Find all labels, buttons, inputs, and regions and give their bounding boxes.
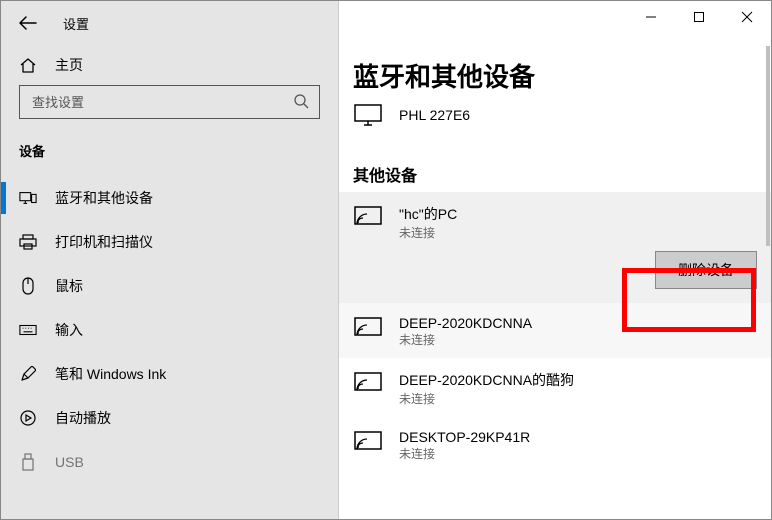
sidebar-item-autoplay[interactable]: 自动播放 [1, 396, 338, 440]
main-content: 蓝牙和其他设备 PHL 227E6 其他设备 "hc"的PC 未连接 [339, 1, 771, 519]
maximize-button[interactable] [675, 1, 723, 33]
sidebar-item-mouse[interactable]: 鼠标 [1, 264, 338, 308]
sidebar-item-bluetooth[interactable]: 蓝牙和其他设备 [1, 176, 338, 220]
sidebar-item-label: 笔和 Windows Ink [55, 364, 166, 384]
device-status: 未连接 [399, 445, 530, 462]
search-box[interactable] [19, 85, 320, 119]
pc-cast-icon [353, 315, 383, 341]
home-link[interactable]: 主页 [1, 45, 338, 85]
sidebar-item-label: 输入 [55, 320, 83, 340]
usb-icon [19, 453, 37, 471]
printer-icon [19, 233, 37, 251]
search-icon [293, 93, 309, 112]
other-devices-heading: 其他设备 [339, 136, 771, 192]
device-status: 未连接 [399, 390, 574, 407]
sidebar-item-label: 蓝牙和其他设备 [55, 188, 153, 208]
search-input[interactable] [30, 94, 293, 111]
device-status: 未连接 [399, 224, 457, 241]
device-item[interactable]: DESKTOP-29KP41R 未连接 [339, 417, 771, 472]
sidebar: 设置 主页 设备 蓝牙和其他设备 [1, 1, 339, 519]
devices-icon [19, 189, 37, 207]
remove-device-button[interactable]: 删除设备 [655, 251, 757, 289]
autoplay-icon [19, 409, 37, 427]
monitor-device: PHL 227E6 [339, 94, 771, 136]
device-item[interactable]: DEEP-2020KDCNNA 未连接 [339, 303, 771, 358]
device-name: DEEP-2020KDCNNA的酷狗 [399, 370, 574, 390]
sidebar-item-label: 打印机和扫描仪 [55, 232, 153, 252]
back-icon[interactable] [19, 16, 37, 30]
section-label: 设备 [1, 133, 338, 176]
pc-cast-icon [353, 429, 383, 455]
device-item[interactable]: "hc"的PC 未连接 删除设备 [339, 192, 771, 303]
pc-cast-icon [353, 370, 383, 396]
home-label: 主页 [55, 55, 83, 75]
device-name: "hc"的PC [399, 204, 457, 224]
pc-cast-icon [353, 204, 383, 230]
device-item[interactable]: DEEP-2020KDCNNA的酷狗 未连接 [339, 358, 771, 417]
device-list: "hc"的PC 未连接 删除设备 DEEP-2020KDCNNA 未连接 [339, 192, 771, 472]
sidebar-item-typing[interactable]: 输入 [1, 308, 338, 352]
titlebar: 设置 [1, 1, 338, 45]
monitor-name: PHL 227E6 [399, 107, 470, 123]
sidebar-item-label: 自动播放 [55, 408, 111, 428]
sidebar-item-pen[interactable]: 笔和 Windows Ink [1, 352, 338, 396]
window-controls [627, 1, 771, 33]
mouse-icon [19, 277, 37, 295]
scrollbar-thumb[interactable] [766, 46, 770, 246]
device-name: DESKTOP-29KP41R [399, 429, 530, 445]
device-name: DEEP-2020KDCNNA [399, 315, 532, 331]
sidebar-item-label: USB [55, 454, 84, 470]
app-title: 设置 [63, 14, 89, 33]
monitor-icon [353, 102, 383, 128]
minimize-button[interactable] [627, 1, 675, 33]
sidebar-item-printers[interactable]: 打印机和扫描仪 [1, 220, 338, 264]
keyboard-icon [19, 321, 37, 339]
scrollbar[interactable] [766, 46, 770, 513]
home-icon [19, 57, 37, 73]
close-button[interactable] [723, 1, 771, 33]
device-status: 未连接 [399, 331, 532, 348]
pen-icon [19, 365, 37, 383]
sidebar-item-label: 鼠标 [55, 276, 83, 296]
sidebar-item-usb[interactable]: USB [1, 440, 338, 484]
